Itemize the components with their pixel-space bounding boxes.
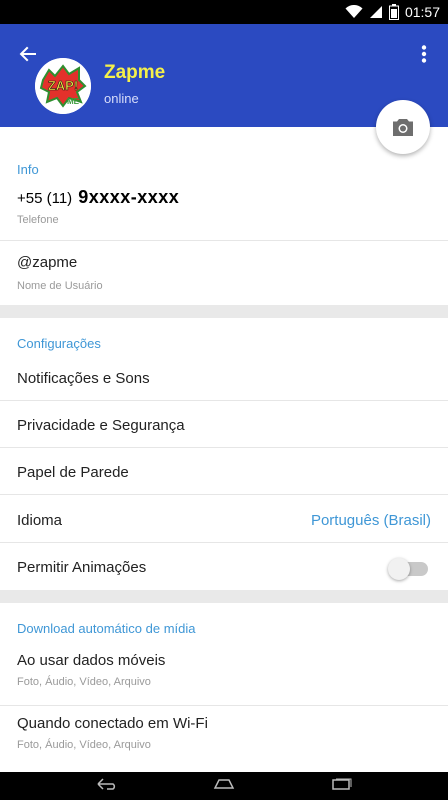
mobile-data-value: Foto, Áudio, Vídeo, Arquivo <box>17 676 151 688</box>
notifications-row[interactable]: Notificações e Sons <box>0 364 448 401</box>
wifi-label: Quando conectado em Wi-Fi <box>17 715 208 732</box>
camera-icon <box>393 119 413 136</box>
arrow-back-icon <box>19 46 36 62</box>
language-row[interactable]: Idioma Português (Brasil) <box>0 495 448 543</box>
toggle-knob <box>388 558 410 580</box>
info-section: Info +55 (11) 9xxxx-xxxx Telefone @zapme… <box>0 127 448 305</box>
media-download-section: Download automático de mídia Ao usar dad… <box>0 603 448 772</box>
online-status: online <box>104 91 139 106</box>
phone-prefix: +55 (11) <box>17 190 73 207</box>
mobile-data-label: Ao usar dados móveis <box>17 652 166 669</box>
notifications-label: Notificações e Sons <box>17 370 150 387</box>
phone-label: Telefone <box>17 214 59 226</box>
mobile-data-row[interactable]: Ao usar dados móveis Foto, Áudio, Vídeo,… <box>0 649 448 706</box>
system-nav-bar <box>0 772 448 800</box>
username-row[interactable]: @zapme Nome de Usuário <box>0 241 448 305</box>
svg-text:ZAP!: ZAP! <box>48 78 78 93</box>
change-photo-button[interactable] <box>376 100 430 154</box>
phone-row[interactable]: +55 (11) 9xxxx-xxxx Telefone <box>0 185 448 241</box>
nav-home-icon[interactable] <box>213 777 235 795</box>
wallpaper-label: Papel de Parede <box>17 464 129 481</box>
back-button[interactable] <box>14 40 42 68</box>
media-section-title: Download automático de mídia <box>17 621 196 636</box>
settings-section: Configurações Notificações e Sons Privac… <box>0 318 448 590</box>
username-label: Nome de Usuário <box>17 280 103 292</box>
phone-number: 9xxxx-xxxx <box>78 187 180 207</box>
wifi-icon <box>345 5 363 19</box>
animations-toggle[interactable] <box>388 558 428 580</box>
avatar[interactable]: ZAP! ME <box>35 58 91 114</box>
wifi-value: Foto, Áudio, Vídeo, Arquivo <box>17 739 151 751</box>
settings-section-title: Configurações <box>17 336 101 351</box>
signal-icon <box>369 5 383 19</box>
chat-title: Zapme <box>104 62 166 83</box>
battery-icon <box>388 4 399 20</box>
wallpaper-row[interactable]: Papel de Parede <box>0 448 448 495</box>
privacy-row[interactable]: Privacidade e Segurança <box>0 401 448 448</box>
animations-row[interactable]: Permitir Animações <box>0 543 448 590</box>
wifi-row[interactable]: Quando conectado em Wi-Fi Foto, Áudio, V… <box>0 706 448 772</box>
zapme-logo: ZAP! ME <box>35 58 91 114</box>
privacy-label: Privacidade e Segurança <box>17 417 185 434</box>
nav-back-icon[interactable] <box>96 777 117 795</box>
more-options-button[interactable] <box>412 40 436 68</box>
language-value: Português (Brasil) <box>310 512 431 529</box>
svg-text:ME: ME <box>67 97 80 106</box>
nav-recents-icon[interactable] <box>331 777 352 795</box>
username: @zapme <box>17 254 78 271</box>
more-vert-icon <box>421 45 427 63</box>
animations-label: Permitir Animações <box>17 559 147 576</box>
status-time: 01:57 <box>404 4 440 20</box>
status-bar: 01:57 <box>0 0 448 24</box>
